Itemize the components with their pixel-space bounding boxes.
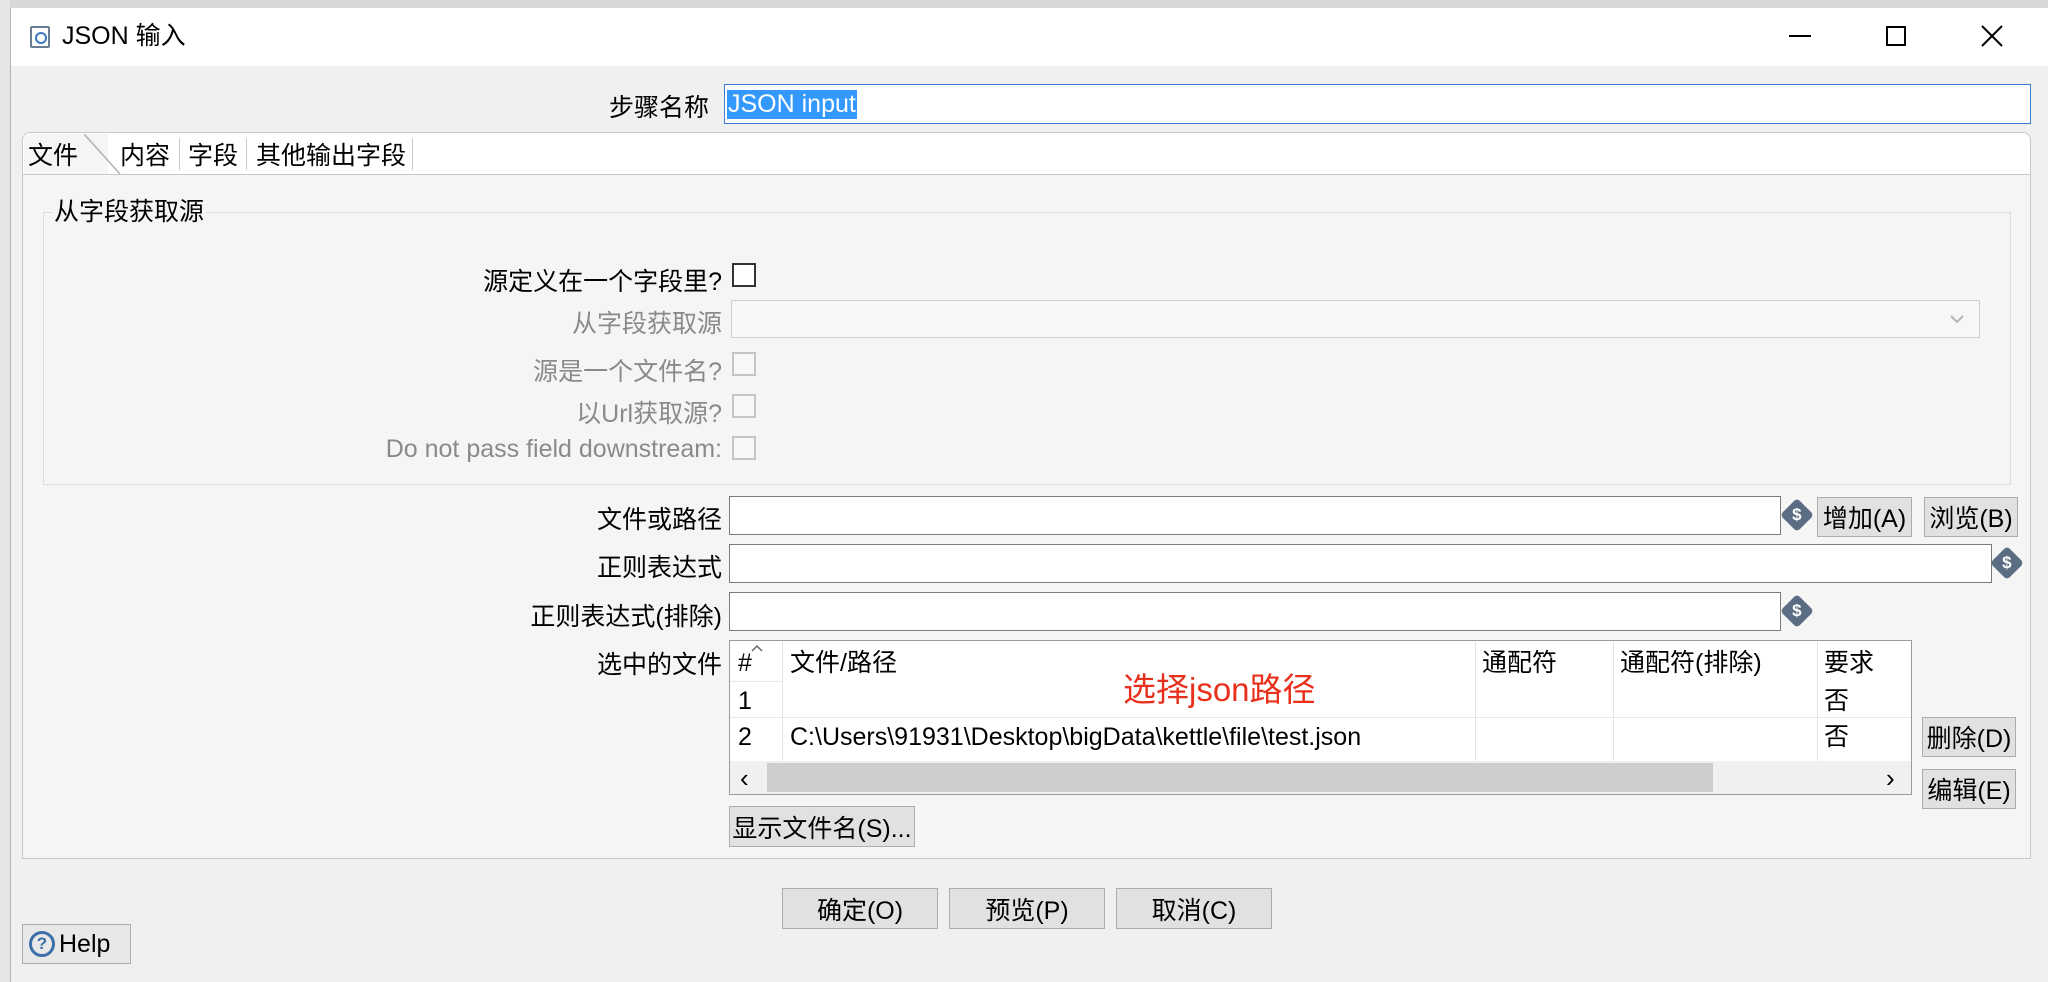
- close-button[interactable]: [1962, 14, 2022, 58]
- background-left-strip: [0, 0, 10, 982]
- tab-additional-output-fields[interactable]: 其他输出字段: [252, 134, 410, 174]
- horizontal-scrollbar[interactable]: ‹ ›: [730, 761, 1911, 794]
- delete-button[interactable]: 删除(D): [1922, 717, 2016, 757]
- minimize-button[interactable]: [1770, 14, 1830, 58]
- sort-indicator-icon: [751, 644, 763, 652]
- regex-label: 正则表达式: [596, 554, 722, 582]
- scroll-right-icon[interactable]: ›: [1886, 763, 1895, 794]
- app-icon: [30, 26, 50, 48]
- column-header-wildcard-exclude[interactable]: 通配符(排除): [1620, 651, 1762, 676]
- read-source-as-url-checkbox[interactable]: [732, 394, 756, 418]
- table-row-2-num: 2: [738, 723, 752, 751]
- background-window-strip: [0, 0, 2048, 8]
- table-row-1-required[interactable]: 否: [1824, 689, 1849, 714]
- maximize-icon: [1886, 26, 1906, 46]
- tab-fields[interactable]: 字段: [184, 134, 242, 174]
- browse-button[interactable]: 浏览(B): [1924, 497, 2018, 537]
- ok-button[interactable]: 确定(O): [782, 888, 938, 929]
- read-source-as-url-label: 以Url获取源?: [576, 400, 722, 428]
- get-source-from-field-select[interactable]: [731, 300, 1980, 338]
- selected-files-label: 选中的文件: [596, 651, 722, 679]
- table-row-2-required[interactable]: 否: [1824, 725, 1849, 750]
- regex-exclude-input[interactable]: [729, 592, 1781, 631]
- minimize-icon: [1789, 35, 1811, 37]
- tab-content[interactable]: 内容: [116, 134, 174, 174]
- tab-divider: [246, 138, 247, 170]
- source-is-filename-checkbox[interactable]: [732, 352, 756, 376]
- source-group-box: [43, 212, 2011, 485]
- source-is-filename-label: 源是一个文件名?: [533, 358, 722, 386]
- tab-divider: [179, 138, 180, 170]
- column-header-wildcard[interactable]: 通配符: [1482, 651, 1557, 676]
- step-name-input[interactable]: JSON input: [724, 84, 2031, 124]
- file-or-dir-label: 文件或路径: [596, 506, 722, 534]
- title-bar[interactable]: [11, 8, 2048, 66]
- scrollbar-thumb[interactable]: [767, 763, 1713, 792]
- selected-files-table[interactable]: # 文件/路径 通配符 通配符(排除) 要求 1 否 2 C:\Users\91…: [729, 640, 1912, 795]
- regex-exclude-label: 正则表达式(排除): [530, 603, 722, 631]
- edit-button[interactable]: 编辑(E): [1922, 769, 2016, 809]
- chevron-down-icon: [1950, 315, 1964, 324]
- source-in-field-checkbox[interactable]: [732, 263, 756, 287]
- scroll-left-icon[interactable]: ‹: [740, 763, 749, 794]
- step-name-label: 步骤名称: [608, 94, 709, 122]
- regex-input[interactable]: [729, 544, 1992, 583]
- add-button[interactable]: 增加(A): [1817, 497, 1912, 537]
- preview-button[interactable]: 预览(P): [949, 888, 1105, 929]
- close-icon: [1981, 25, 2003, 47]
- tab-divider: [412, 138, 413, 170]
- maximize-button[interactable]: [1866, 14, 1926, 58]
- column-header-path[interactable]: 文件/路径: [790, 651, 897, 676]
- show-filenames-button[interactable]: 显示文件名(S)...: [729, 806, 915, 847]
- source-in-field-label: 源定义在一个字段里?: [483, 268, 722, 296]
- window-title: JSON 输入: [62, 22, 186, 50]
- get-source-from-field-label: 从字段获取源: [571, 310, 722, 338]
- do-not-pass-field-label: Do not pass field downstream:: [385, 435, 722, 463]
- annotation-text: 选择json路径: [1123, 671, 1316, 708]
- help-icon: ?: [29, 931, 55, 957]
- help-button[interactable]: ? Help: [22, 924, 131, 964]
- cancel-button[interactable]: 取消(C): [1116, 888, 1272, 929]
- step-name-value: JSON input: [727, 90, 857, 119]
- table-row-1-num: 1: [738, 687, 752, 715]
- table-row-2-path[interactable]: C:\Users\91931\Desktop\bigData\kettle\fi…: [790, 725, 1361, 750]
- column-header-required[interactable]: 要求: [1824, 651, 1874, 676]
- file-or-dir-input[interactable]: [729, 496, 1781, 535]
- do-not-pass-field-checkbox[interactable]: [732, 436, 756, 460]
- source-group-title: 从字段获取源: [52, 198, 207, 226]
- column-header-num[interactable]: #: [738, 651, 752, 676]
